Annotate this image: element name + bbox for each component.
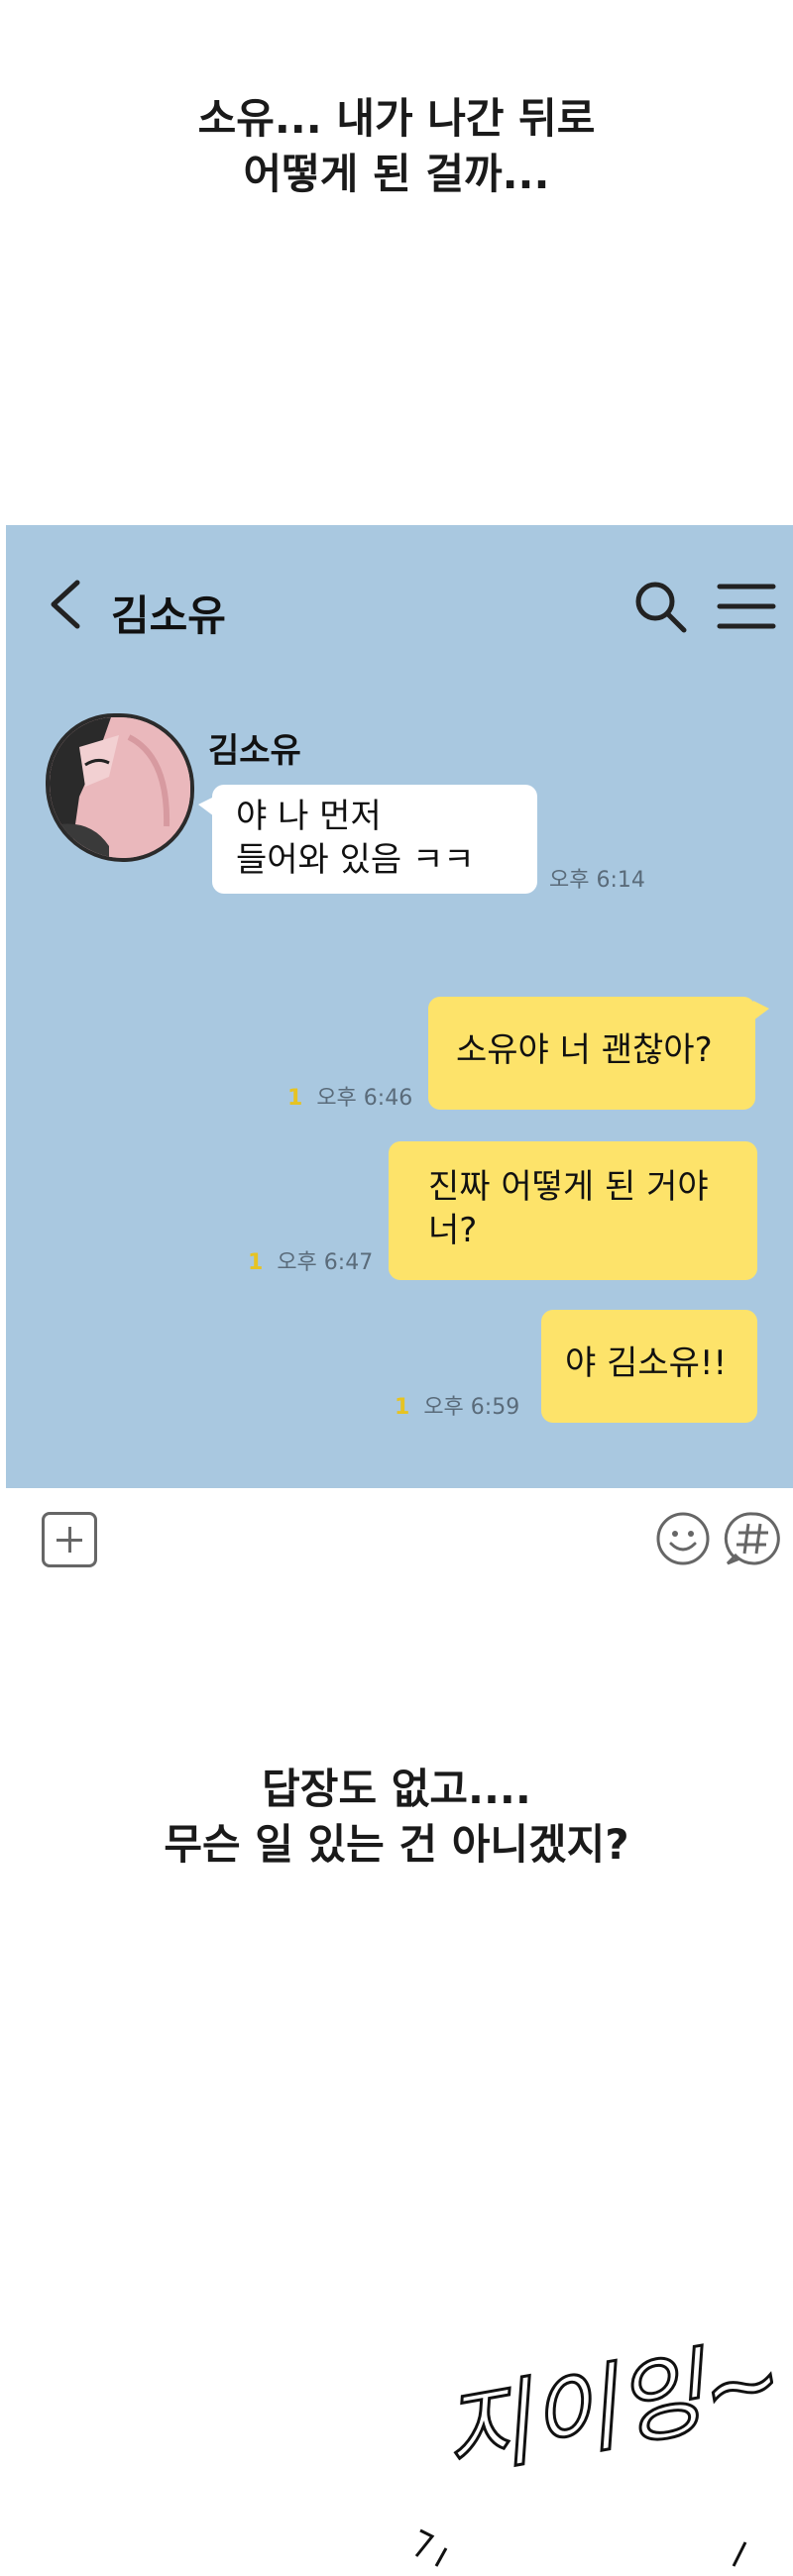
caption-bottom-line-2: 무슨 일 있는 건 아니겠지? bbox=[164, 1820, 629, 1869]
sender-name: 김소유 bbox=[208, 731, 301, 771]
message-bubble-outgoing[interactable]: 진짜 어떻게 된 거야 너? bbox=[389, 1141, 757, 1280]
sfx-text: 지이잉~ bbox=[434, 2323, 773, 2492]
message-text: 야 나 먼저 bbox=[236, 797, 382, 836]
message-text: 너? bbox=[428, 1211, 478, 1250]
message-text: 소유야 너 괜찮아? bbox=[456, 1030, 713, 1070]
hashtag-icon[interactable] bbox=[724, 1510, 783, 1567]
plus-square-icon[interactable] bbox=[42, 1512, 97, 1567]
chat-screen: 김소유 김소유 야 나 먼저 들어와 있음 ㅋㅋ 오후 6:14 1 오후 6:4… bbox=[6, 525, 793, 1488]
vibration-sound-effect: 지이잉~ bbox=[414, 2321, 773, 2567]
message-text: 진짜 어떻게 된 거야 bbox=[428, 1167, 709, 1207]
message-meta: 1 오후 6:59 bbox=[395, 1389, 519, 1421]
unread-count: 1 bbox=[395, 1395, 410, 1420]
message-meta: 1 오후 6:47 bbox=[248, 1244, 373, 1276]
message-bubble-outgoing[interactable]: 야 김소유!! bbox=[541, 1310, 757, 1423]
message-bubble-incoming[interactable]: 야 나 먼저 들어와 있음 ㅋㅋ bbox=[198, 785, 537, 894]
message-meta: 1 오후 6:46 bbox=[287, 1080, 412, 1112]
chevron-left-icon[interactable] bbox=[46, 575, 85, 634]
search-icon[interactable] bbox=[630, 577, 690, 636]
avatar-image bbox=[50, 717, 190, 858]
avatar[interactable] bbox=[46, 713, 194, 862]
caption-bottom-line-1: 답장도 없고.... bbox=[262, 1765, 531, 1813]
caption-top-line-2: 어떻게 된 걸까... bbox=[243, 150, 550, 198]
caption-bottom: 답장도 없고.... 무슨 일 있는 건 아니겠지? bbox=[0, 1762, 793, 1873]
chat-input-bar bbox=[0, 1488, 793, 1597]
unread-count: 1 bbox=[287, 1086, 303, 1111]
menu-icon[interactable] bbox=[716, 577, 777, 636]
message-time: 오후 6:59 bbox=[423, 1395, 520, 1420]
message-text: 들어와 있음 ㅋㅋ bbox=[236, 840, 475, 880]
message-bubble-outgoing[interactable]: 소유야 너 괜찮아? bbox=[428, 997, 769, 1110]
message-time: 오후 6:46 bbox=[316, 1086, 413, 1111]
message-time: 오후 6:47 bbox=[277, 1250, 374, 1275]
chat-title: 김소유 bbox=[111, 591, 226, 640]
caption-top-line-1: 소유... 내가 나간 뒤로 bbox=[197, 94, 596, 143]
unread-count: 1 bbox=[248, 1250, 264, 1275]
message-text: 야 김소유!! bbox=[565, 1343, 728, 1383]
caption-top: 소유... 내가 나간 뒤로 어떻게 된 걸까... bbox=[0, 91, 793, 202]
message-time: 오후 6:14 bbox=[549, 868, 645, 893]
emoji-icon[interactable] bbox=[654, 1510, 712, 1567]
